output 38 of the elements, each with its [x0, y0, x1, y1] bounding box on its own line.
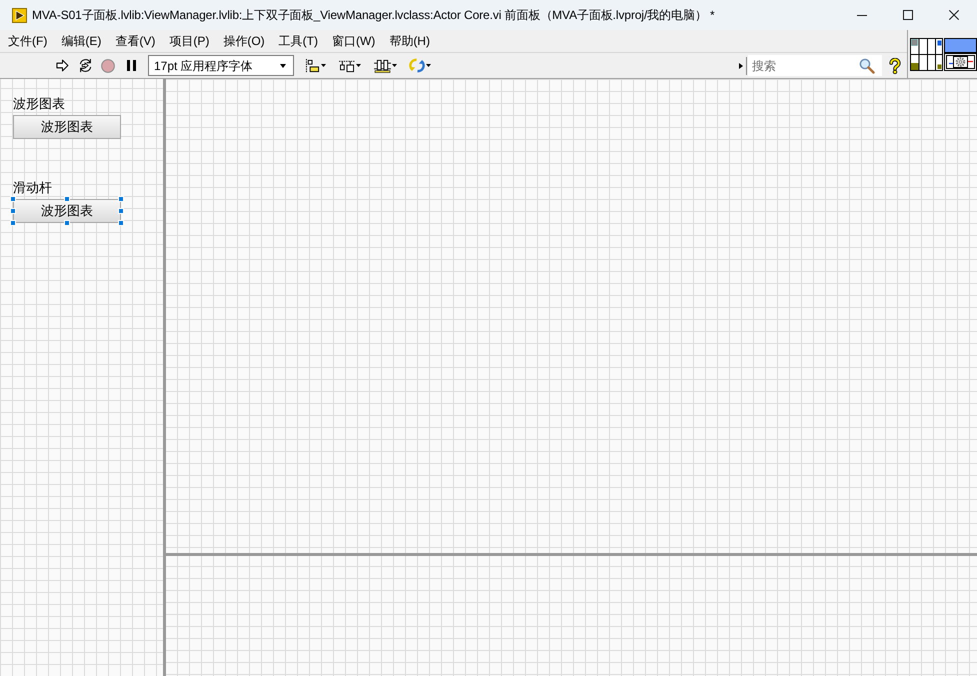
menu-item[interactable]: 窗口(W): [324, 32, 382, 50]
menu-item[interactable]: 文件(F): [1, 32, 54, 50]
aligned-boxes-icon: [304, 58, 320, 72]
circular-arrows-icon: [78, 58, 92, 73]
menu-item[interactable]: 帮助(H): [382, 32, 437, 50]
gear-tile-icon: [944, 38, 977, 70]
caret-icon: [426, 64, 431, 67]
close-icon: [949, 10, 959, 20]
small-arrow-icon: [739, 62, 743, 68]
menu-item[interactable]: 编辑(E): [54, 32, 108, 50]
right-arrow-icon: [56, 59, 68, 72]
spaced-boxes-icon: [339, 58, 355, 72]
waveform-chart-button[interactable]: 波形图表: [13, 115, 121, 139]
sized-boxes-icon: [374, 58, 390, 72]
control-label: 波形图表: [13, 96, 65, 112]
waveform-chart-button[interactable]: 波形图表: [13, 199, 121, 223]
dropdown-arrow-icon: [280, 64, 286, 68]
menu-item[interactable]: 项目(P): [162, 32, 216, 50]
pause-icon: [126, 60, 136, 71]
search-field[interactable]: 搜索: [748, 55, 882, 76]
caret-icon: [392, 64, 396, 67]
help-icon[interactable]: [889, 58, 901, 74]
window-title: MVA-S01子面板.lvlib:ViewManager.lvlib:上下双子面板_ViewManager.lvclass:Actor Core.vi 前面板（MVA子面板.lvproj/我的电脑） *: [32, 7, 715, 24]
resize-handle[interactable]: [64, 220, 70, 226]
cycle-arrows-icon: [409, 58, 425, 73]
menu-item[interactable]: 工具(T): [272, 32, 325, 50]
menu-item[interactable]: 查看(V): [108, 32, 162, 50]
stop-icon: [101, 58, 115, 72]
connector-grid-icon: [910, 38, 943, 70]
caret-icon: [356, 64, 361, 67]
font-dropdown[interactable]: 17pt 应用程序字体: [148, 55, 294, 76]
control-label: 滑动杆: [13, 180, 52, 196]
maximize-icon: [903, 10, 913, 20]
resize-handle[interactable]: [64, 196, 70, 202]
play-tile-icon: [12, 8, 27, 22]
menu-item[interactable]: 操作(O): [216, 32, 272, 50]
caret-icon: [320, 64, 326, 67]
minimize-icon: [857, 14, 867, 16]
